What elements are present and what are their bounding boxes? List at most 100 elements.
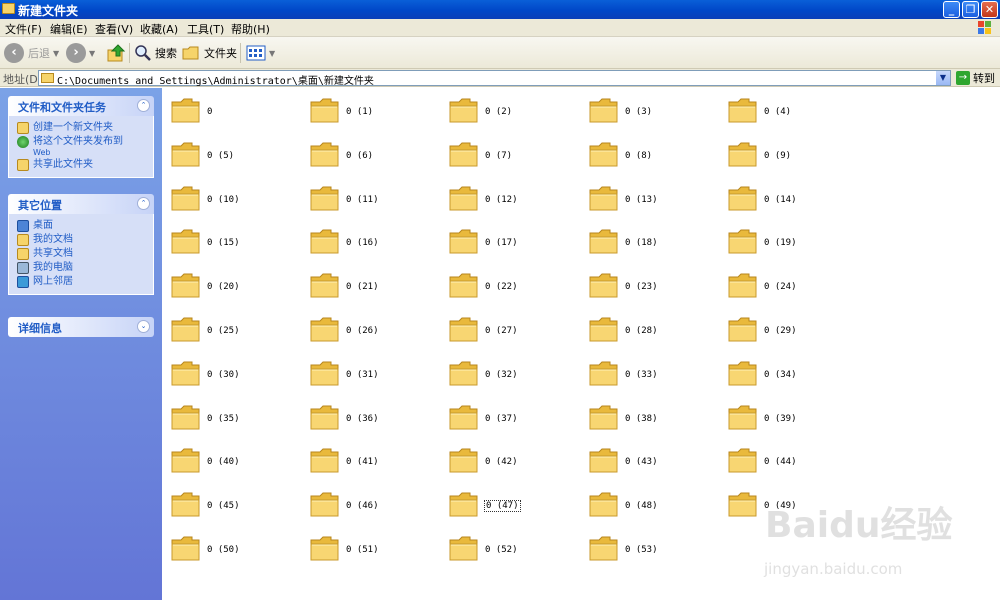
folder-item[interactable]: 0 (30) — [170, 357, 300, 393]
folder-item[interactable]: 0 (31) — [309, 357, 439, 393]
folder-item[interactable]: 0 (14) — [727, 182, 857, 218]
folder-item[interactable]: 0 (4) — [727, 94, 857, 130]
folder-item[interactable]: 0 (52) — [448, 532, 578, 568]
folder-item[interactable]: 0 (10) — [170, 182, 300, 218]
folder-item[interactable]: 0 (22) — [448, 269, 578, 305]
folder-item[interactable]: 0 (13) — [588, 182, 718, 218]
folders-button[interactable]: 文件夹 — [182, 41, 237, 65]
folder-label: 0 (11) — [346, 195, 379, 205]
folder-item[interactable]: 0 (53) — [588, 532, 718, 568]
task-share-folder[interactable]: 共享此文件夹 — [17, 159, 153, 171]
minimize-button[interactable]: _ — [943, 1, 960, 18]
folder-label: 0 (44) — [764, 457, 797, 467]
folder-item[interactable]: 0 (40) — [170, 444, 300, 480]
folder-item[interactable]: 0 (42) — [448, 444, 578, 480]
address-path[interactable]: C:\Documents and Settings\Administrator\… — [57, 72, 374, 87]
menu-favorites[interactable]: 收藏(A) — [140, 21, 178, 37]
folder-item[interactable]: 0 (11) — [309, 182, 439, 218]
folder-item[interactable]: 0 — [170, 94, 300, 130]
address-input[interactable]: C:\Documents and Settings\Administrator\… — [38, 70, 951, 87]
folder-item[interactable]: 0 (25) — [170, 313, 300, 349]
search-button[interactable]: 搜索 — [134, 41, 177, 65]
folder-item[interactable]: 0 (41) — [309, 444, 439, 480]
folder-label: 0 (4) — [764, 107, 792, 117]
folder-item[interactable]: 0 (17) — [448, 225, 578, 261]
menu-file[interactable]: 文件(F) — [5, 21, 42, 37]
share-folder-icon — [17, 159, 29, 171]
folder-label: 0 (30) — [207, 370, 240, 380]
place-desktop[interactable]: 桌面 — [17, 220, 153, 232]
folder-item[interactable]: 0 (33) — [588, 357, 718, 393]
place-my-computer[interactable]: 我的电脑 — [17, 262, 153, 274]
address-dropdown-icon[interactable]: ▼ — [936, 71, 950, 85]
folder-item[interactable]: 0 (34) — [727, 357, 857, 393]
folder-item[interactable]: 0 (16) — [309, 225, 439, 261]
maximize-button[interactable]: ❐ — [962, 1, 979, 18]
folder-item[interactable]: 0 (45) — [170, 488, 300, 524]
details-header[interactable]: 详细信息 ⌄ — [8, 317, 154, 337]
go-button[interactable]: → 转到 — [956, 70, 995, 86]
folder-item[interactable]: 0 (35) — [170, 401, 300, 437]
place-network[interactable]: 网上邻居 — [17, 276, 153, 288]
back-button[interactable]: ‹ 后退 ▼ — [4, 41, 59, 65]
folder-item[interactable]: 0 (18) — [588, 225, 718, 261]
close-button[interactable]: ✕ — [981, 1, 998, 18]
folder-item[interactable]: 0 (12) — [448, 182, 578, 218]
place-shared-documents[interactable]: 共享文档 — [17, 248, 153, 260]
task-publish-web[interactable]: 将这个文件夹发布到 — [17, 136, 153, 148]
folder-item[interactable]: 0 (6) — [309, 138, 439, 174]
folder-item[interactable]: 0 (27) — [448, 313, 578, 349]
place-my-documents[interactable]: 我的文档 — [17, 234, 153, 246]
folder-item[interactable]: 0 (29) — [727, 313, 857, 349]
folder-icon — [171, 492, 200, 517]
folder-item[interactable]: 0 (24) — [727, 269, 857, 305]
task-new-folder[interactable]: 创建一个新文件夹 — [17, 122, 153, 134]
other-places-header[interactable]: 其它位置 ⌃ — [8, 194, 154, 214]
folder-item[interactable]: 0 (44) — [727, 444, 857, 480]
folder-label: 0 (16) — [346, 238, 379, 248]
folder-item[interactable]: 0 (39) — [727, 401, 857, 437]
folder-item[interactable]: 0 (8) — [588, 138, 718, 174]
documents-folder-icon — [17, 234, 29, 246]
folder-item[interactable]: 0 (9) — [727, 138, 857, 174]
collapse-icon[interactable]: ⌃ — [137, 99, 150, 112]
folder-item[interactable]: 0 (15) — [170, 225, 300, 261]
folder-item[interactable]: 0 (21) — [309, 269, 439, 305]
folder-item[interactable]: 0 (5) — [170, 138, 300, 174]
folder-item[interactable]: 0 (32) — [448, 357, 578, 393]
folder-item[interactable]: 0 (1) — [309, 94, 439, 130]
folder-item[interactable]: 0 (28) — [588, 313, 718, 349]
folder-item[interactable]: 0 (37) — [448, 401, 578, 437]
views-button[interactable]: ▼ — [246, 41, 275, 65]
folder-item[interactable]: 0 (50) — [170, 532, 300, 568]
folder-item[interactable]: 0 (26) — [309, 313, 439, 349]
title-bar[interactable]: 新建文件夹 _ ❐ ✕ — [0, 0, 1000, 19]
folder-item[interactable]: 0 (20) — [170, 269, 300, 305]
folder-item[interactable]: 0 (43) — [588, 444, 718, 480]
folder-icon — [728, 273, 757, 298]
folder-item[interactable]: 0 (36) — [309, 401, 439, 437]
folder-item[interactable]: 0 (46) — [309, 488, 439, 524]
menu-help[interactable]: 帮助(H) — [231, 21, 270, 37]
folder-item[interactable]: 0 (48) — [588, 488, 718, 524]
file-tasks-header[interactable]: 文件和文件夹任务 ⌃ — [8, 96, 154, 116]
folder-item[interactable]: 0 (47) — [448, 488, 578, 524]
folder-item[interactable]: 0 (38) — [588, 401, 718, 437]
menu-tools[interactable]: 工具(T) — [187, 21, 224, 37]
menu-edit[interactable]: 编辑(E) — [50, 21, 88, 37]
expand-icon[interactable]: ⌄ — [137, 320, 150, 333]
chevron-down-icon: ▼ — [53, 48, 60, 58]
folder-item[interactable]: 0 (23) — [588, 269, 718, 305]
folder-item[interactable]: 0 (3) — [588, 94, 718, 130]
task-label: 共享此文件夹 — [33, 159, 93, 170]
collapse-icon[interactable]: ⌃ — [137, 197, 150, 210]
folder-item[interactable]: 0 (7) — [448, 138, 578, 174]
folder-item[interactable]: 0 (2) — [448, 94, 578, 130]
folder-label: 0 (51) — [346, 545, 379, 555]
folder-item[interactable]: 0 (19) — [727, 225, 857, 261]
folder-item[interactable]: 0 (51) — [309, 532, 439, 568]
up-button[interactable] — [106, 41, 126, 65]
forward-button[interactable]: › ▼ — [66, 41, 95, 65]
folder-icon — [449, 273, 478, 298]
menu-view[interactable]: 查看(V) — [95, 21, 133, 37]
